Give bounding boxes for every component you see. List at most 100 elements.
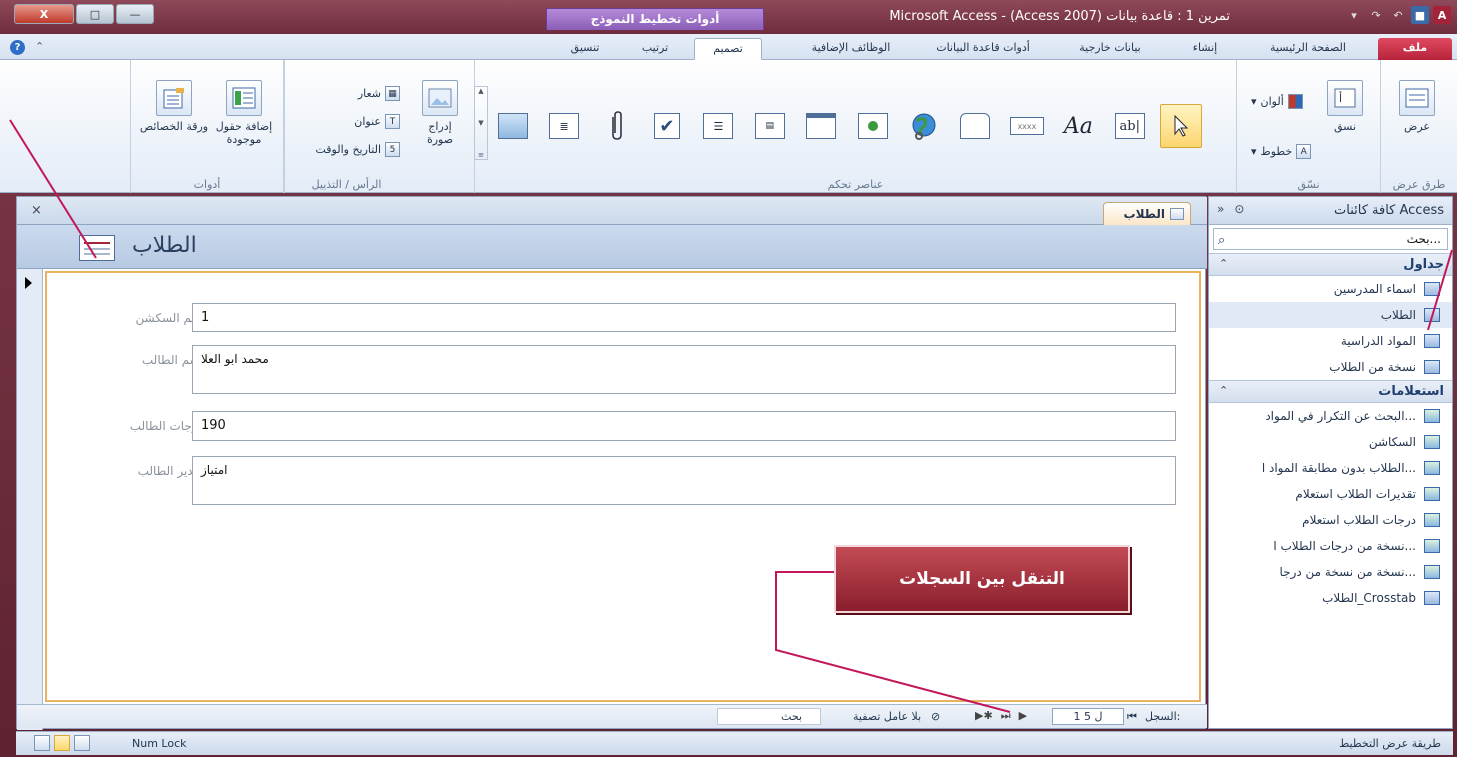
design-view-icon[interactable]	[34, 735, 50, 751]
web-browser-control-button[interactable]	[852, 104, 893, 148]
attachment-control-button[interactable]	[595, 104, 636, 148]
list-box-control-button[interactable]: ≣	[543, 104, 584, 148]
nav-item-query[interactable]: السكاشن	[1209, 429, 1452, 455]
tab-format[interactable]: تنسيق	[554, 38, 616, 60]
current-record-arrow-icon	[25, 277, 32, 289]
date-time-button[interactable]: التاريخ والوقت 5	[315, 142, 400, 157]
themes-button[interactable]: أ نسق	[1321, 80, 1369, 133]
redo-icon[interactable]: ↷	[1367, 6, 1385, 24]
nav-item-label: الطلاب بدون مطابقة المواد ا...	[1261, 461, 1416, 475]
image-control-button[interactable]	[492, 104, 533, 148]
first-record-icon[interactable]: ⏮	[1127, 710, 1137, 724]
view-button[interactable]: عرض	[1393, 80, 1441, 133]
close-icon[interactable]: ×	[31, 203, 42, 218]
nav-item-query[interactable]: نسخة من درجات الطلاب ا...	[1209, 533, 1452, 559]
new-record-icon[interactable]: ▶✱	[975, 709, 993, 723]
quick-access-toolbar: ▾ ↷ ↶ ■ A	[1345, 6, 1451, 24]
next-record-icon[interactable]: ▶	[1019, 709, 1027, 723]
tab-control-button[interactable]	[955, 104, 996, 148]
pane-menu-icon[interactable]: ⊙	[1234, 202, 1244, 216]
window-minimize-button[interactable]: —	[116, 4, 154, 24]
checkbox-control-button[interactable]: ✔	[646, 104, 687, 148]
nav-item-query[interactable]: نسخة من نسخة من درجا...	[1209, 559, 1452, 585]
no-filter-icon: ⊘	[931, 710, 941, 723]
nav-item-label: نسخة من درجات الطلاب ا...	[1273, 539, 1416, 553]
record-counter[interactable]: 1 ل 5	[1052, 708, 1124, 725]
query-icon	[1424, 409, 1440, 423]
label-control-button[interactable]: Aa	[1058, 104, 1099, 148]
add-fields-label: إضافة حقول موجودة	[215, 120, 273, 146]
tab-arrange[interactable]: ترتيب	[624, 38, 686, 60]
nav-item-query[interactable]: البحث عن التكرار في المواد...	[1209, 403, 1452, 429]
views-group-label: طرق عرض	[1392, 178, 1446, 191]
navigation-control-button[interactable]	[801, 104, 842, 148]
student-grades-field[interactable]: 190	[192, 411, 1176, 441]
save-icon[interactable]: ■	[1411, 6, 1429, 24]
nav-group-queries[interactable]: ⌃ استعلامات	[1209, 380, 1452, 403]
logo-button[interactable]: شعار ▦	[358, 86, 400, 101]
tab-external-data[interactable]: بيانات خارجية	[1060, 38, 1160, 60]
tab-add-ins[interactable]: الوظائف الإضافية	[796, 38, 906, 60]
scroll-down-icon[interactable]: ▼	[478, 119, 483, 127]
nav-item-table[interactable]: اسماء المدرسين	[1209, 276, 1452, 302]
tab-file[interactable]: ملف	[1378, 38, 1452, 60]
last-record-icon[interactable]: ⏭	[1001, 709, 1011, 723]
nav-item-query[interactable]: درجات الطلاب استعلام	[1209, 507, 1452, 533]
nav-item-label: السكاشن	[1368, 435, 1416, 449]
button-icon: xxxx	[1009, 117, 1044, 135]
window-close-button[interactable]: X	[14, 4, 74, 24]
gallery-more-icon[interactable]: ≡	[478, 151, 484, 159]
tab-home[interactable]: الصفحة الرئيسية	[1248, 38, 1368, 60]
colors-button[interactable]: ▾ ألوان	[1251, 94, 1303, 109]
record-search-input[interactable]: بحث	[717, 708, 821, 725]
layout-view-icon[interactable]	[54, 735, 70, 751]
fonts-button[interactable]: ▾ خطوط A	[1251, 144, 1312, 159]
filter-status[interactable]: بلا عامل تصفية	[853, 710, 921, 723]
controls-gallery-scroller[interactable]: ▲ ▼ ≡	[474, 86, 488, 160]
form-detail-section: رقم السكشن 1 اسم الطالب محمد ابو العلا د…	[45, 271, 1201, 702]
scroll-up-icon[interactable]: ▲	[478, 87, 483, 95]
nav-item-label: الطلاب_Crosstab	[1322, 591, 1416, 605]
property-sheet-button[interactable]: ورقة الخصائص	[139, 80, 209, 133]
tab-create[interactable]: إنشاء	[1175, 38, 1235, 60]
collapse-group-icon[interactable]: ⌃	[1219, 384, 1228, 397]
nav-item-query[interactable]: الطلاب بدون مطابقة المواد ا...	[1209, 455, 1452, 481]
student-name-field[interactable]: محمد ابو العلا	[192, 345, 1176, 394]
tab-database-tools[interactable]: أدوات قاعدة البيانات	[918, 38, 1048, 60]
nav-group-tables[interactable]: ⌃ جداول	[1209, 253, 1452, 276]
minimize-ribbon-icon[interactable]: ⌃	[35, 40, 44, 55]
section-number-field[interactable]: 1	[192, 303, 1176, 332]
form-view-icon[interactable]	[74, 735, 90, 751]
checkbox-icon: ✔	[653, 113, 680, 139]
nav-item-table[interactable]: نسخة من الطلاب	[1209, 354, 1452, 380]
nav-item-query[interactable]: تقديرات الطلاب استعلام	[1209, 481, 1452, 507]
tab-design[interactable]: تصميم	[694, 38, 762, 60]
access-logo-icon: A	[1433, 6, 1451, 24]
customize-icon[interactable]: ▾	[1345, 6, 1363, 24]
collapse-group-icon[interactable]: ⌃	[1219, 257, 1228, 270]
add-existing-fields-button[interactable]: إضافة حقول موجودة	[209, 80, 279, 146]
themes-group: أ نسق ▾ ألوان ▾ خطوط A نسّق	[1236, 60, 1380, 193]
undo-icon[interactable]: ↶	[1389, 6, 1407, 24]
option-group-control-button[interactable]: ▤	[749, 104, 790, 148]
nav-group-title: جداول	[1403, 257, 1444, 272]
nav-item-table[interactable]: الطلاب	[1209, 302, 1452, 328]
collapse-pane-icon[interactable]: »	[1217, 202, 1224, 216]
nav-item-query[interactable]: الطلاب_Crosstab	[1209, 585, 1452, 611]
hyperlink-control-button[interactable]	[903, 104, 944, 148]
window-maximize-button[interactable]: □	[76, 4, 114, 24]
navigation-pane-header[interactable]: » ⊙ كافة كائنات Access	[1209, 197, 1452, 225]
button-control-button[interactable]: xxxx	[1006, 104, 1047, 148]
dropdown-caret-icon: ▾	[1251, 145, 1257, 158]
record-selector[interactable]	[17, 269, 43, 730]
student-rating-field[interactable]: امتياز	[192, 456, 1176, 505]
nav-item-table[interactable]: المواد الدراسية	[1209, 328, 1452, 354]
textbox-control-button[interactable]: ab|	[1109, 104, 1150, 148]
title-button[interactable]: عنوان T	[354, 114, 400, 129]
insert-image-button[interactable]: إدراج صورة	[414, 80, 466, 146]
navigation-search-input[interactable]: ⌕ بحث...	[1213, 228, 1448, 250]
tab-students-form[interactable]: الطلاب	[1103, 202, 1191, 225]
page-break-control-button[interactable]: ☰	[698, 104, 739, 148]
help-icon[interactable]: ?	[10, 40, 25, 55]
select-control-button[interactable]	[1160, 104, 1202, 148]
